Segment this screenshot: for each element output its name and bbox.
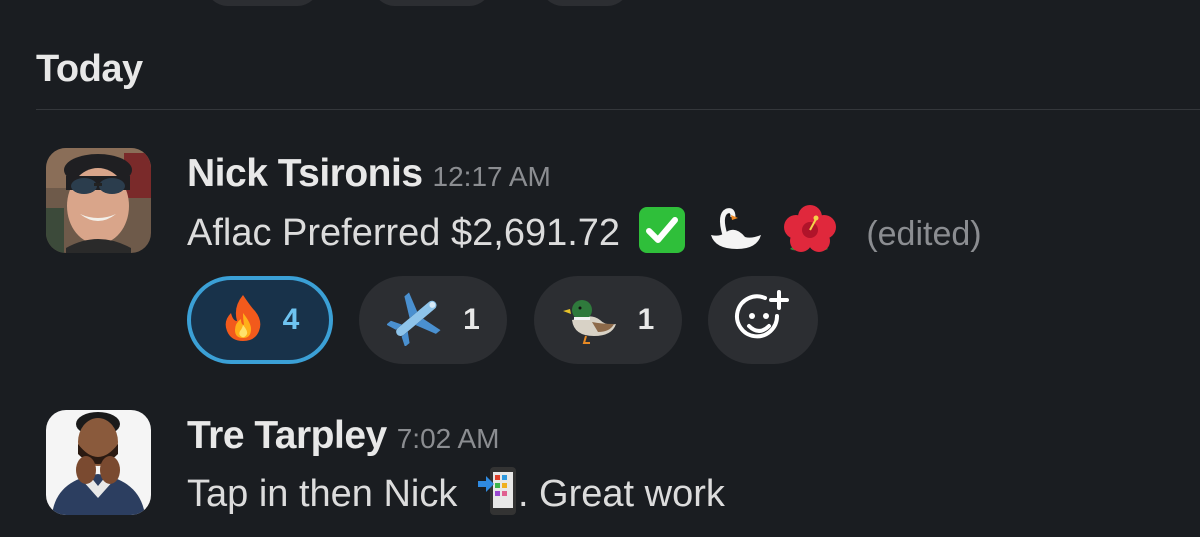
previous-reaction-pill[interactable] [372,0,492,6]
message-text: Tap in then Nick . Great work [187,465,725,527]
message-text-content: Aflac Preferred $2,691.72 [187,212,621,255]
reaction-count: 4 [282,303,300,336]
check-mark-emoji [637,205,687,265]
reaction-airplane[interactable]: 1 [359,276,508,364]
phone-with-arrow-emoji [477,465,518,527]
message-timestamp[interactable]: 12:17 AM [433,161,551,192]
day-divider-label: Today [36,48,143,90]
previous-reactions-row [0,0,1200,6]
hibiscus-emoji [782,203,838,267]
add-reaction-icon [733,288,793,353]
edited-label: (edited) [866,215,982,254]
day-divider-line [36,109,1200,110]
avatar[interactable] [46,410,151,515]
message-text-content: Tap in then Nick [187,473,458,516]
reaction-fire[interactable]: 4 [187,276,333,364]
duck-emoji [562,290,620,351]
author-name[interactable]: Nick Tsironis [187,152,423,195]
reaction-count: 1 [637,303,655,336]
swan-emoji [705,205,763,265]
reaction-count: 1 [463,303,480,336]
previous-reaction-pill[interactable] [540,0,630,6]
add-reaction-button[interactable] [708,276,819,364]
message-text-end: . Great work [517,473,725,516]
avatar[interactable] [46,148,151,253]
message-header: Tre Tarpley 7:02 AM [187,414,499,458]
message-timestamp[interactable]: 7:02 AM [397,423,500,454]
reaction-duck[interactable]: 1 [533,276,682,364]
fire-emoji [221,293,265,348]
message-header: Nick Tsironis 12:17 AM [187,152,551,196]
airplane-emoji [386,290,445,351]
message-text: Aflac Preferred $2,691.72 (edited) [187,203,982,267]
reaction-bar: 4 1 1 [187,276,840,364]
author-name[interactable]: Tre Tarpley [187,414,387,457]
previous-reaction-pill[interactable] [205,0,320,6]
